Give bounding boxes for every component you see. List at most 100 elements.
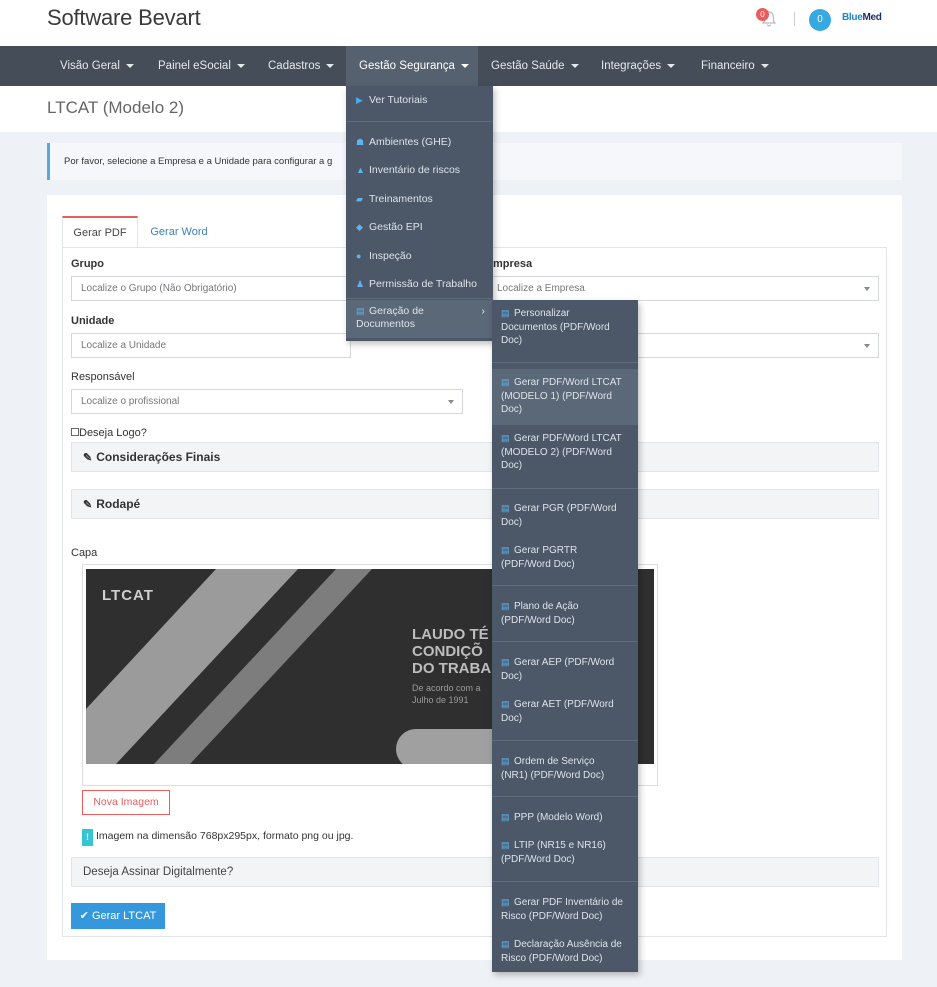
file-pdf-icon: ▤ <box>356 306 365 316</box>
logo-part2: Med <box>862 12 882 23</box>
submenu-label: Gerar PDF/Word LTCAT (MODELO 1) (PDF/Wor… <box>501 377 622 415</box>
capa-label: Capa <box>71 547 98 559</box>
accordion-consideracoes[interactable]: ✎ Considerações Finais <box>71 442 879 472</box>
submenu-aep[interactable]: ▤ Gerar AEP (PDF/Word Doc) <box>492 656 638 683</box>
menu-geracao-documentos: ▤ Personalizar Documentos (PDF/Word Doc) … <box>492 300 638 972</box>
responsavel-select[interactable]: Localize o profissional <box>71 389 463 414</box>
unidade-label: Unidade <box>71 315 115 327</box>
grupo-placeholder: Localize o Grupo (Não Obrigatório) <box>81 283 237 294</box>
submenu-ltcat-modelo2[interactable]: ▤ Gerar PDF/Word LTCAT (MODELO 2) (PDF/Wo… <box>492 432 638 473</box>
submenu-pgrtr[interactable]: ▤ Gerar PGRTR (PDF/Word Doc) <box>492 544 638 571</box>
menu-item-label: Treinamentos <box>369 193 433 205</box>
nav-financeiro[interactable]: Financeiro <box>688 46 782 86</box>
alert-text: Por favor, selecione a Empresa e a Unida… <box>64 156 333 167</box>
chevron-down-icon <box>864 287 870 291</box>
submenu-pgr[interactable]: ▤ Gerar PGR (PDF/Word Doc) <box>492 502 638 529</box>
menu-item-ambientes[interactable]: ☗ Ambientes (GHE) <box>346 134 493 150</box>
header-divider <box>794 12 795 26</box>
submenu-divider <box>492 488 638 489</box>
youtube-icon: ▶ <box>356 95 363 105</box>
chevron-down-icon <box>448 400 454 404</box>
menu-item-permissao[interactable]: ♟ Permissão de Trabalho <box>346 276 493 292</box>
caret-down-icon <box>460 63 469 68</box>
submenu-divider <box>492 796 638 797</box>
submenu-ppp[interactable]: ▤ PPP (Modelo Word) <box>492 811 638 825</box>
submenu-label: LTIP (NR15 e NR16) (PDF/Word Doc) <box>501 840 606 865</box>
nav-visao-geral[interactable]: Visão Geral <box>47 46 147 86</box>
submenu-ltip[interactable]: ▤ LTIP (NR15 e NR16) (PDF/Word Doc) <box>492 839 638 866</box>
submenu-ltcat-modelo1[interactable]: ▤ Gerar PDF/Word LTCAT (MODELO 1) (PDF/Wo… <box>492 369 638 425</box>
cover-sub-1: De acordo com a <box>412 683 481 693</box>
nav-integracoes[interactable]: Integrações <box>588 46 688 86</box>
file-icon: ▤ <box>501 503 510 513</box>
unidade-placeholder: Localize a Unidade <box>81 340 167 351</box>
empresa-label: mpresa <box>493 258 533 270</box>
responsavel-label: Responsável <box>71 371 135 383</box>
file-icon: ▤ <box>501 812 510 822</box>
submenu-divider <box>492 740 638 741</box>
submenu-divider <box>492 641 638 642</box>
file-icon: ▤ <box>501 377 510 387</box>
logo-part1: Blue <box>842 12 863 23</box>
accordion-label: Considerações Finais <box>96 450 221 464</box>
submenu-plano-acao[interactable]: ▤ Plano de Ação (PDF/Word Doc) <box>492 600 638 627</box>
brand-title: Software Bevart <box>47 5 201 30</box>
nav-gestao-saude[interactable]: Gestão Saúde <box>478 46 592 86</box>
check-icon: ✔ <box>79 910 89 922</box>
grupo-label: Grupo <box>71 258 104 270</box>
submenu-label: Personalizar Documentos (PDF/Word Doc) <box>501 308 610 346</box>
submenu-label: Ordem de Serviço (NR1) (PDF/Word Doc) <box>501 756 605 781</box>
nav-painel-esocial[interactable]: Painel eSocial <box>145 46 258 86</box>
cover-line-1: LAUDO TÉ <box>412 626 489 643</box>
book-icon: ▰ <box>356 194 363 204</box>
nav-cadastros[interactable]: Cadastros <box>255 46 347 86</box>
tab-gerar-word[interactable]: Gerar Word <box>140 216 218 248</box>
menu-item-epi[interactable]: ◆ Gestão EPI <box>346 219 493 235</box>
menu-divider <box>346 298 493 299</box>
binoculars-icon: ● <box>356 251 362 261</box>
accordion-assinar[interactable]: Deseja Assinar Digitalmente? <box>71 857 879 887</box>
warning-icon: ▲ <box>356 165 365 175</box>
caret-down-icon <box>236 63 245 68</box>
menu-item-geracao-documentos[interactable]: ▤ Geração de Documentos › <box>346 300 493 338</box>
menu-item-label: Ver Tutoriais <box>369 94 428 106</box>
submenu-ordem-servico[interactable]: ▤ Ordem de Serviço (NR1) (PDF/Word Doc) <box>492 755 638 782</box>
menu-item-tutoriais[interactable]: ▶ Ver Tutoriais <box>346 92 493 108</box>
menu-gestao-seguranca: ▶ Ver Tutoriais ☗ Ambientes (GHE) ▲ Inventá… <box>346 86 493 341</box>
unidade-select[interactable]: Localize a Unidade <box>71 333 351 358</box>
nav-label: Gestão Segurança <box>359 60 455 72</box>
submenu-divider <box>492 362 638 363</box>
nova-imagem-button[interactable]: Nova Imagem <box>82 790 170 815</box>
nav-label: Visão Geral <box>60 60 120 72</box>
gerar-ltcat-button[interactable]: ✔ Gerar LTCAT <box>71 903 165 929</box>
submenu-inventario-risco[interactable]: ▤ Gerar PDF Inventário de Risco (PDF/Word… <box>492 896 638 923</box>
submenu-label: Gerar PDF/Word LTCAT (MODELO 2) (PDF/Wor… <box>501 433 622 471</box>
pencil-icon: ✎ <box>83 499 93 511</box>
caret-down-icon <box>326 63 335 68</box>
file-icon: ▤ <box>501 756 510 766</box>
shield-icon: ◆ <box>356 222 363 232</box>
caret-down-icon <box>125 63 134 68</box>
responsavel-placeholder: Localize o profissional <box>81 396 180 407</box>
grupo-select[interactable]: Localize o Grupo (Não Obrigatório) <box>71 276 351 301</box>
user-avatar[interactable]: 0 <box>809 9 831 31</box>
logo-checkbox-label: Deseja Logo? <box>79 427 147 439</box>
file-icon: ▤ <box>501 545 510 555</box>
unidade-select-right[interactable] <box>630 333 879 358</box>
submenu-personalizar[interactable]: ▤ Personalizar Documentos (PDF/Word Doc) <box>492 307 638 348</box>
submenu-aet[interactable]: ▤ Gerar AET (PDF/Word Doc) <box>492 698 638 725</box>
file-icon: ▤ <box>501 840 510 850</box>
tab-gerar-pdf[interactable]: Gerar PDF <box>62 216 138 248</box>
page-title: LTCAT (Modelo 2) <box>47 98 184 117</box>
accordion-rodape[interactable]: ✎ Rodapé <box>71 489 879 519</box>
empresa-select[interactable]: Localize a Empresa <box>487 276 879 301</box>
menu-item-inspecao[interactable]: ● Inspeção <box>346 248 493 264</box>
submenu-label: Declaração Ausência de Risco (PDF/Word D… <box>501 939 622 964</box>
nav-gestao-seguranca[interactable]: Gestão Segurança <box>346 46 478 86</box>
nav-label: Gestão Saúde <box>491 60 565 72</box>
menu-item-treinamentos[interactable]: ▰ Treinamentos <box>346 191 493 207</box>
submenu-declaracao-ausencia[interactable]: ▤ Declaração Ausência de Risco (PDF/Word … <box>492 938 638 965</box>
logo-checkbox[interactable] <box>71 428 79 437</box>
menu-item-inventario[interactable]: ▲ Inventário de riscos <box>346 162 493 178</box>
file-icon: ▤ <box>501 939 510 949</box>
